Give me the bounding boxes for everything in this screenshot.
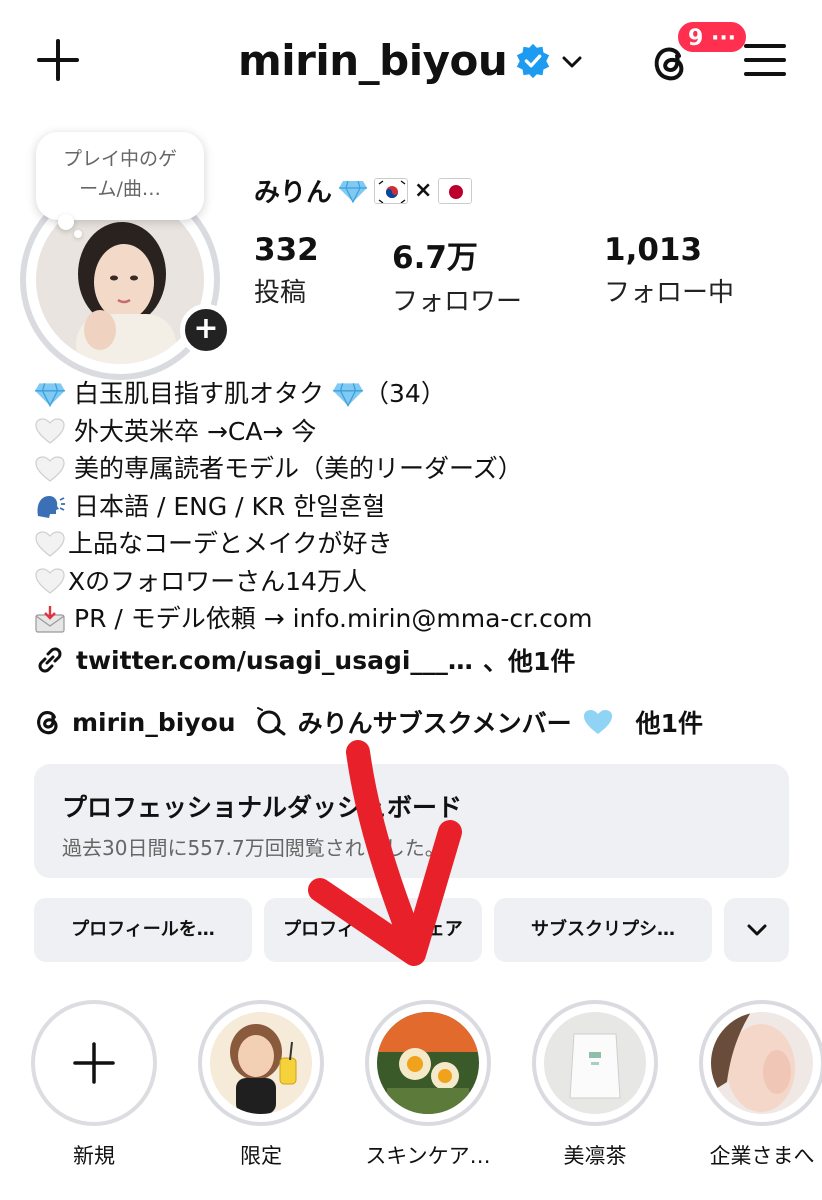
- chevron-down-icon[interactable]: [558, 48, 586, 76]
- hamburger-menu-icon[interactable]: [744, 42, 786, 78]
- stat-label: フォロワー: [392, 287, 523, 317]
- white-heart-icon: [35, 568, 65, 595]
- note-text: プレイ中のゲーム/曲…: [62, 148, 177, 200]
- stat-posts[interactable]: 332 投稿: [254, 232, 319, 309]
- link-text: twitter.com/usagi_usagi___…: [76, 645, 473, 675]
- bio-text: （34）: [364, 379, 446, 408]
- japan-flag-icon: [438, 177, 473, 204]
- dashboard-title: プロフェッショナルダッシュボード: [62, 793, 463, 822]
- bio-line: 日本語 / ENG / KR 한일혼혈: [34, 488, 814, 526]
- top-bar: mirin_biyou 9 ···: [0, 0, 822, 125]
- edit-profile-button[interactable]: プロフィールを…: [34, 898, 252, 962]
- highlight-ring: [31, 1000, 157, 1126]
- white-heart-icon: [35, 531, 65, 557]
- gem-icon: [333, 382, 363, 407]
- highlight-cover: [711, 1012, 813, 1114]
- stat-following[interactable]: 1,013 フォロー中: [604, 232, 734, 309]
- bio-line: 白玉肌目指す肌オタク （34）: [34, 375, 814, 413]
- threads-channel-row: mirin_biyou みりんサブスクメンバー 他1件: [34, 704, 703, 740]
- envelope-arrow-icon: [35, 605, 65, 633]
- bio-text: Xのフォロワーさん14万人: [68, 566, 367, 596]
- bio-text: 美的専属読者モデル（美的リーダーズ）: [74, 454, 523, 483]
- highlight-skincare[interactable]: スキンケア…: [365, 1000, 491, 1170]
- link-more-text: 、他1件: [482, 647, 576, 676]
- display-name: みりん: [254, 178, 333, 208]
- broadcast-channel-icon: [256, 707, 286, 736]
- highlight-cover: [544, 1012, 646, 1114]
- stat-value: 6.7万: [392, 240, 478, 276]
- channel-more-text[interactable]: 他1件: [636, 704, 703, 740]
- channel-name[interactable]: みりんサブスクメンバー: [298, 704, 572, 740]
- plus-icon: [73, 1042, 115, 1084]
- bio-line: 上品なコーデとメイクが好き: [34, 525, 814, 563]
- stat-value: 332: [254, 232, 319, 268]
- light-blue-heart-icon: [583, 710, 612, 734]
- add-story-plus-icon[interactable]: +: [180, 304, 232, 356]
- bio-text: 外大英米卒 →CA→ 今: [74, 416, 317, 446]
- white-heart-icon: [35, 456, 65, 482]
- note-bubble[interactable]: プレイ中のゲーム/曲…: [36, 132, 204, 220]
- stat-label: フォロー中: [604, 278, 735, 308]
- highlight-label: スキンケア…: [365, 1144, 491, 1168]
- bio-line: Xのフォロワーさん14万人: [34, 563, 814, 601]
- bio-text: 日本語 / ENG / KR 한일혼혈: [74, 491, 386, 521]
- highlight-label: 企業さまへ: [709, 1144, 815, 1168]
- highlight-ring: [198, 1000, 324, 1126]
- threads-handle[interactable]: mirin_biyou: [72, 708, 236, 737]
- professional-dashboard[interactable]: プロフェッショナルダッシュボード 過去30日間に557.7万回閲覧されました。: [34, 764, 789, 878]
- white-heart-icon: [35, 418, 65, 445]
- stat-followers[interactable]: 6.7万 フォロワー: [392, 232, 522, 318]
- external-link[interactable]: twitter.com/usagi_usagi___… 、他1件: [34, 642, 575, 678]
- profile-bio: 白玉肌目指す肌オタク （34） 外大英米卒 →CA→ 今 美的専属読者モデル（美…: [34, 375, 814, 638]
- gem-icon: [35, 382, 65, 407]
- highlight-label: 限定: [240, 1144, 282, 1168]
- bio-text: 上品なコーデとメイクが好き: [68, 529, 393, 558]
- bio-line: PR / モデル依頼 → info.mirin@mma-cr.com: [34, 600, 814, 638]
- highlight-ring: [365, 1000, 491, 1126]
- highlight-limited[interactable]: 限定: [198, 1000, 324, 1170]
- highlight-new[interactable]: 新規: [31, 1000, 157, 1170]
- display-name-row: みりん ×: [254, 172, 473, 209]
- highlight-label: 新規: [73, 1144, 115, 1168]
- stat-value: 1,013: [604, 232, 703, 268]
- subscription-button[interactable]: サブスクリプシ…: [494, 898, 712, 962]
- chevron-down-icon: [747, 924, 766, 936]
- bio-line: 美的専属読者モデル（美的リーダーズ）: [34, 450, 814, 488]
- highlight-label: 美凛茶: [563, 1144, 627, 1168]
- highlight-tea[interactable]: 美凛茶: [532, 1000, 658, 1170]
- share-profile-button[interactable]: プロフィールをシェア: [264, 898, 482, 962]
- verified-badge-icon: [516, 43, 550, 79]
- profile-username[interactable]: mirin_biyou: [238, 36, 508, 85]
- create-plus-icon[interactable]: [36, 38, 80, 82]
- link-icon: [38, 647, 62, 673]
- bio-text: 白玉肌目指す肌オタク: [74, 379, 325, 408]
- korea-flag-icon: [374, 177, 409, 204]
- highlight-ring: [532, 1000, 658, 1126]
- highlight-ring: [699, 1000, 822, 1126]
- highlight-business[interactable]: 企業さまへ: [699, 1000, 822, 1170]
- bio-line: 外大英米卒 →CA→ 今: [34, 413, 814, 451]
- bio-text: PR / モデル依頼 → info.mirin@mma-cr.com: [74, 604, 593, 633]
- suggested-users-toggle[interactable]: [724, 898, 789, 962]
- threads-icon: [37, 710, 58, 735]
- stat-label: 投稿: [254, 278, 307, 308]
- speaking-head-icon: [37, 496, 65, 519]
- times-sign: ×: [414, 178, 433, 203]
- note-bubble-tail-dot: [74, 230, 82, 238]
- gem-icon: [339, 180, 368, 203]
- note-bubble-tail: [58, 214, 74, 230]
- dashboard-subtitle: 過去30日間に557.7万回閲覧されました。: [62, 836, 445, 860]
- notification-badge[interactable]: 9 ···: [676, 20, 749, 54]
- highlight-cover: [377, 1012, 479, 1114]
- highlight-cover: [210, 1012, 312, 1114]
